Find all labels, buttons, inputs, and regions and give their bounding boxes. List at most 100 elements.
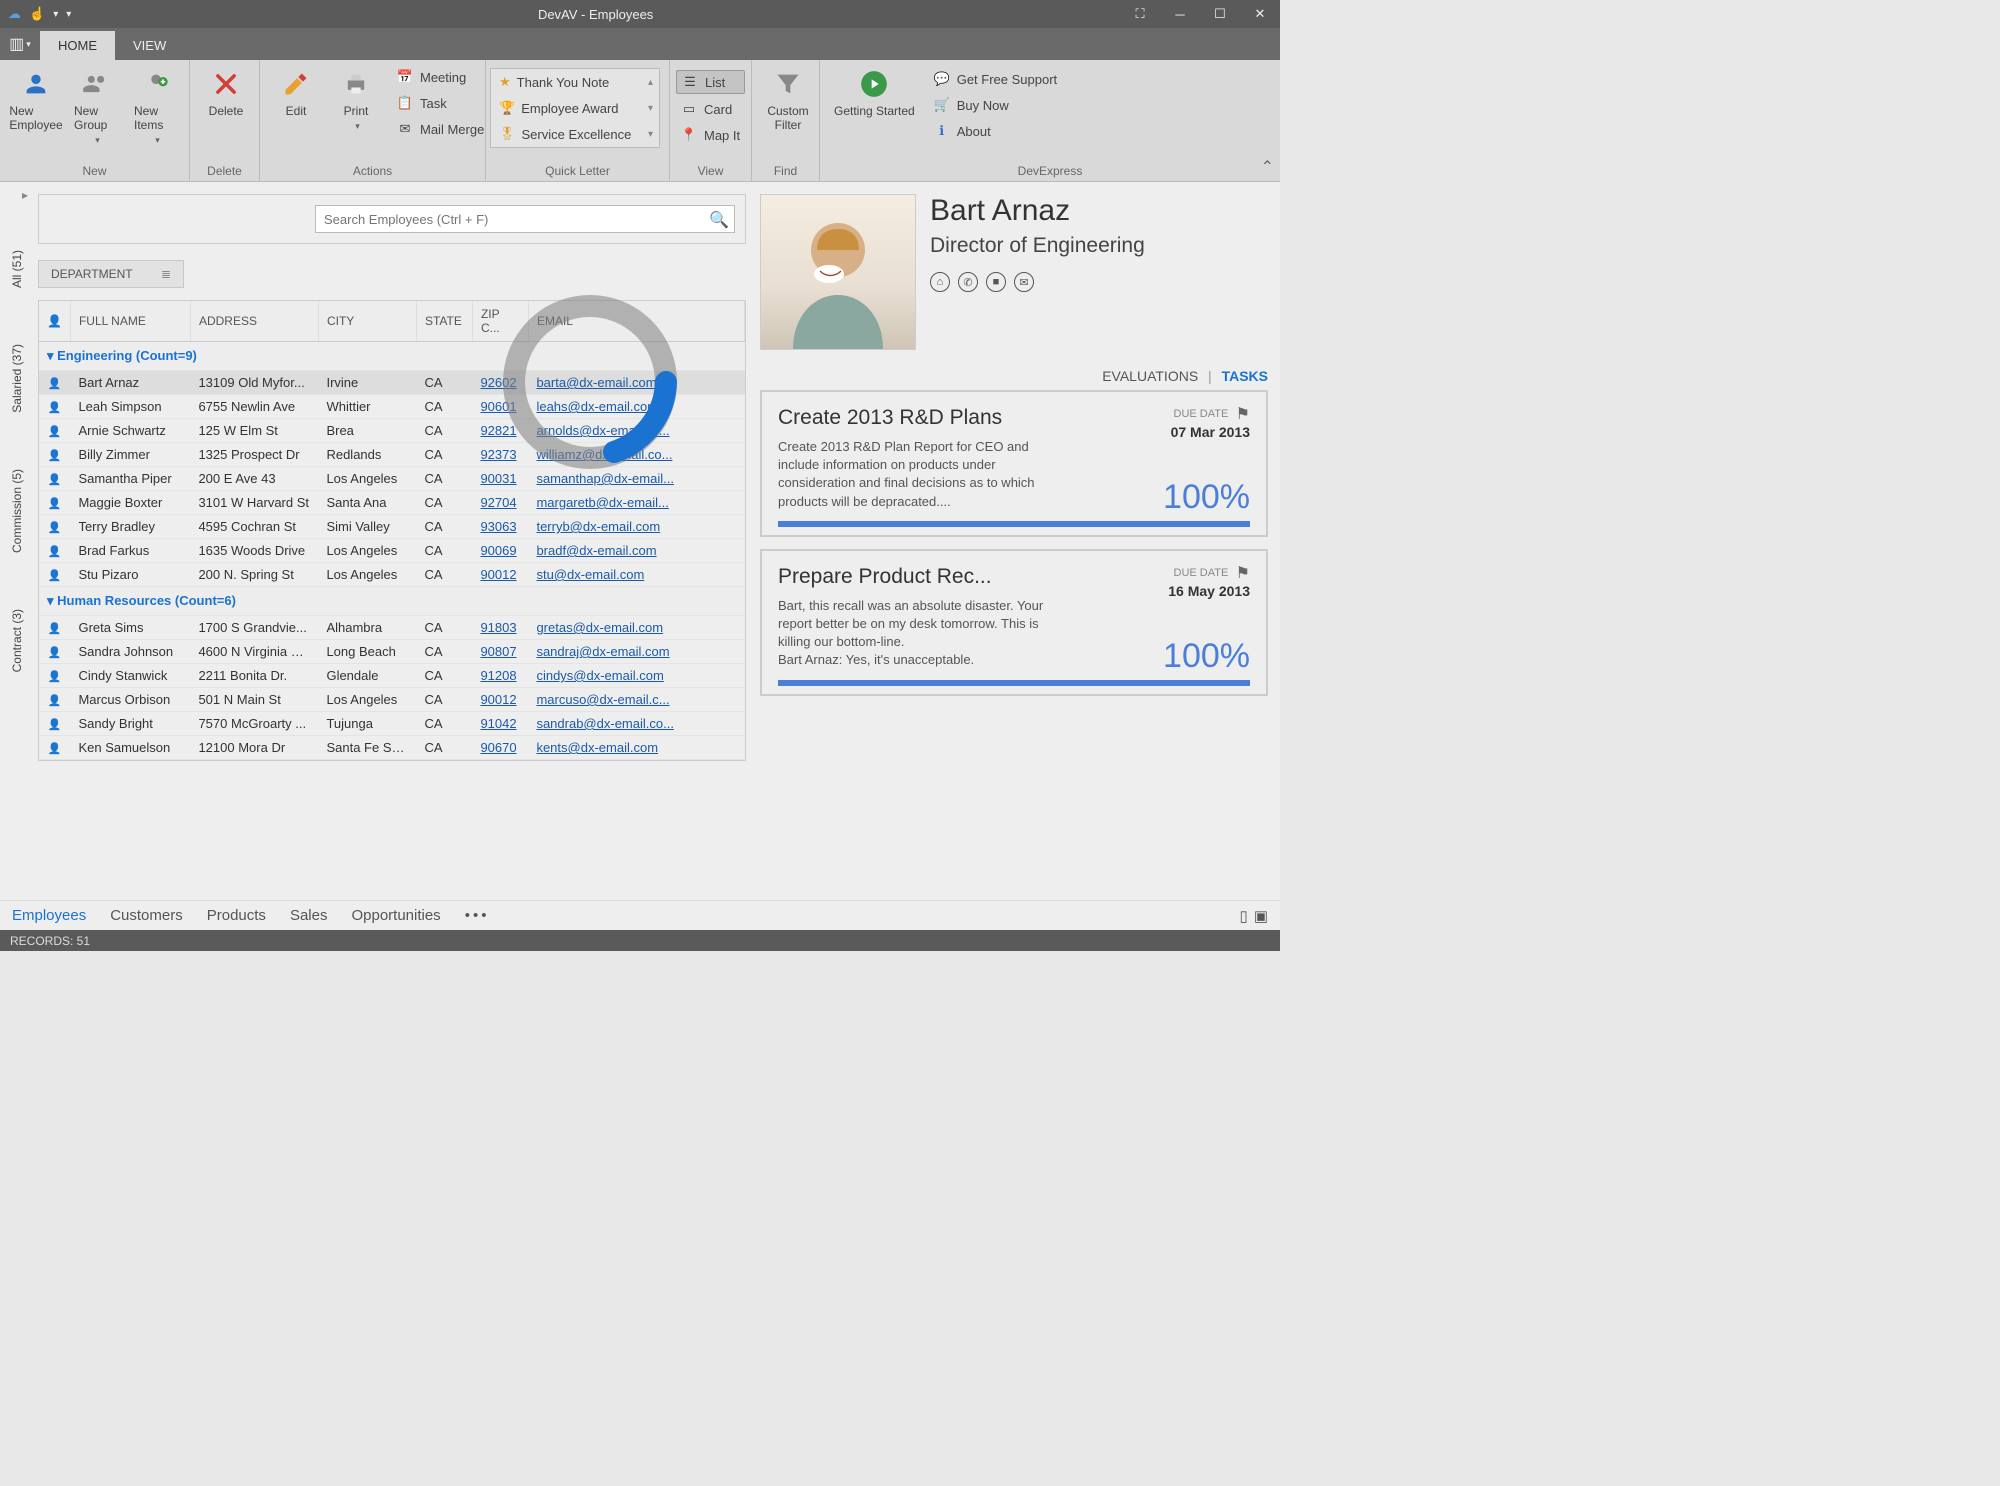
nav-sales[interactable]: Sales	[290, 907, 328, 924]
cell-zip[interactable]: 91208	[472, 664, 528, 688]
group-header-row[interactable]: ▾ Human Resources (Count=6)	[39, 587, 745, 616]
hand-icon[interactable]: ☝	[29, 6, 45, 22]
cell-email[interactable]: leahs@dx-email.com	[528, 395, 744, 419]
ribbon-collapse-button[interactable]: ⌃	[1261, 157, 1274, 177]
group-header-row[interactable]: ▾ Engineering (Count=9)	[39, 342, 745, 371]
rail-expand-icon[interactable]: ▸	[22, 188, 34, 202]
cell-email[interactable]: margaretb@dx-email...	[528, 491, 744, 515]
table-row[interactable]: 👤Sandy Bright7570 McGroarty ...TujungaCA…	[39, 712, 745, 736]
view-list-button[interactable]: ☰List	[676, 70, 745, 94]
cell-zip[interactable]: 90601	[472, 395, 528, 419]
view-card-button[interactable]: ▭Card	[676, 98, 745, 120]
table-row[interactable]: 👤Arnie Schwartz125 W Elm StBreaCA92821ar…	[39, 419, 745, 443]
cell-email[interactable]: williamz@dx-email.co...	[528, 443, 744, 467]
cell-zip[interactable]: 90807	[472, 640, 528, 664]
table-row[interactable]: 👤Bart Arnaz13109 Old Myfor...IrvineCA926…	[39, 371, 745, 395]
table-row[interactable]: 👤Brad Farkus1635 Woods DriveLos AngelesC…	[39, 539, 745, 563]
close-button[interactable]: ✕	[1240, 0, 1280, 28]
cell-email[interactable]: stu@dx-email.com	[528, 563, 744, 587]
mail-contact-icon[interactable]: ✉	[1014, 272, 1034, 292]
buy-now-button[interactable]: 🛒Buy Now	[929, 94, 1061, 116]
maximize-button[interactable]: ☐	[1200, 0, 1240, 28]
quick-letter-gallery[interactable]: ★Thank You Note▴ 🏆Employee Award▾ 🎖Servi…	[490, 68, 660, 148]
cell-zip[interactable]: 90012	[472, 688, 528, 712]
rail-filter-commission[interactable]: Commission (5)	[10, 461, 24, 561]
cell-email[interactable]: samanthap@dx-email...	[528, 467, 744, 491]
custom-filter-button[interactable]: Custom Filter	[758, 64, 818, 137]
delete-button[interactable]: Delete	[196, 64, 256, 122]
tab-view[interactable]: VIEW	[115, 31, 184, 60]
column-fullname[interactable]: FULL NAME	[70, 301, 190, 342]
cell-email[interactable]: gretas@dx-email.com	[528, 616, 744, 640]
nav-products[interactable]: Products	[207, 907, 266, 924]
rail-filter-contract[interactable]: Contract (3)	[10, 601, 24, 680]
cell-zip[interactable]: 92373	[472, 443, 528, 467]
column-zip[interactable]: ZIP C...	[472, 301, 528, 342]
cell-zip[interactable]: 90069	[472, 539, 528, 563]
table-row[interactable]: 👤Greta Sims1700 S Grandvie...AlhambraCA9…	[39, 616, 745, 640]
home-contact-icon[interactable]: ⌂	[930, 272, 950, 292]
about-button[interactable]: ℹAbout	[929, 120, 1061, 142]
cell-zip[interactable]: 90031	[472, 467, 528, 491]
file-menu-button[interactable]: ▥ ▾	[0, 28, 40, 60]
fullscreen-icon[interactable]: ⛶	[1120, 0, 1160, 28]
table-row[interactable]: 👤Terry Bradley4595 Cochran StSimi Valley…	[39, 515, 745, 539]
scroll-down-icon[interactable]: ▾	[648, 103, 653, 114]
task-button[interactable]: 📋Task	[392, 92, 488, 114]
quick-letter-employee-award[interactable]: 🏆Employee Award▾	[491, 95, 659, 121]
column-email[interactable]: EMAIL	[528, 301, 744, 342]
cell-zip[interactable]: 93063	[472, 515, 528, 539]
table-row[interactable]: 👤Leah Simpson6755 Newlin AveWhittierCA90…	[39, 395, 745, 419]
search-icon[interactable]: 🔍	[709, 210, 729, 230]
minimize-button[interactable]: ─	[1160, 0, 1200, 28]
view-map-button[interactable]: 📍Map It	[676, 124, 745, 146]
column-indicator[interactable]: 👤	[39, 301, 70, 342]
tab-home[interactable]: HOME	[40, 31, 115, 60]
cell-email[interactable]: cindys@dx-email.com	[528, 664, 744, 688]
cell-email[interactable]: sandraj@dx-email.com	[528, 640, 744, 664]
qat-dropdown-icon[interactable]: ▾	[53, 9, 58, 20]
cell-email[interactable]: sandrab@dx-email.co...	[528, 712, 744, 736]
cell-zip[interactable]: 92821	[472, 419, 528, 443]
table-row[interactable]: 👤Cindy Stanwick2211 Bonita Dr.GlendaleCA…	[39, 664, 745, 688]
new-items-button[interactable]: New Items	[126, 64, 186, 150]
edit-button[interactable]: Edit	[266, 64, 326, 122]
task-card[interactable]: DUE DATE ⚑16 May 2013Prepare Product Rec…	[760, 549, 1268, 696]
cell-email[interactable]: barta@dx-email.com	[528, 371, 744, 395]
print-button[interactable]: Print	[326, 64, 386, 136]
footer-view-panel-icon[interactable]: ▯	[1240, 907, 1248, 925]
cell-zip[interactable]: 90670	[472, 736, 528, 760]
cell-email[interactable]: bradf@dx-email.com	[528, 539, 744, 563]
cell-email[interactable]: kents@dx-email.com	[528, 736, 744, 760]
tab-evaluations[interactable]: EVALUATIONS	[1102, 368, 1198, 384]
cell-zip[interactable]: 91042	[472, 712, 528, 736]
cloud-icon[interactable]: ☁	[8, 6, 21, 22]
cell-zip[interactable]: 92704	[472, 491, 528, 515]
nav-opportunities[interactable]: Opportunities	[351, 907, 440, 924]
new-group-button[interactable]: New Group	[66, 64, 126, 150]
quick-letter-thank-you[interactable]: ★Thank You Note▴	[491, 69, 659, 95]
cell-zip[interactable]: 92602	[472, 371, 528, 395]
rail-filter-all[interactable]: All (51)	[10, 242, 24, 296]
getting-started-button[interactable]: Getting Started	[826, 64, 923, 122]
task-card[interactable]: DUE DATE ⚑07 Mar 2013Create 2013 R&D Pla…	[760, 390, 1268, 537]
video-contact-icon[interactable]: ■	[986, 272, 1006, 292]
footer-view-reading-icon[interactable]: ▣	[1254, 907, 1268, 925]
phone-contact-icon[interactable]: ✆	[958, 272, 978, 292]
meeting-button[interactable]: 📅Meeting	[392, 66, 488, 88]
scroll-up-icon[interactable]: ▴	[648, 77, 653, 88]
nav-customers[interactable]: Customers	[110, 907, 183, 924]
table-row[interactable]: 👤Maggie Boxter3101 W Harvard StSanta Ana…	[39, 491, 745, 515]
rail-filter-salaried[interactable]: Salaried (37)	[10, 336, 24, 421]
table-row[interactable]: 👤Stu Pizaro200 N. Spring StLos AngelesCA…	[39, 563, 745, 587]
column-state[interactable]: STATE	[416, 301, 472, 342]
column-city[interactable]: CITY	[318, 301, 416, 342]
table-row[interactable]: 👤Samantha Piper200 E Ave 43Los AngelesCA…	[39, 467, 745, 491]
column-address[interactable]: ADDRESS	[190, 301, 318, 342]
cell-email[interactable]: arnolds@dx-email.co...	[528, 419, 744, 443]
tab-tasks[interactable]: TASKS	[1222, 368, 1268, 384]
search-input[interactable]	[315, 205, 735, 233]
nav-more[interactable]: •••	[465, 907, 490, 924]
table-row[interactable]: 👤Ken Samuelson12100 Mora DrSanta Fe Spri…	[39, 736, 745, 760]
cell-zip[interactable]: 90012	[472, 563, 528, 587]
